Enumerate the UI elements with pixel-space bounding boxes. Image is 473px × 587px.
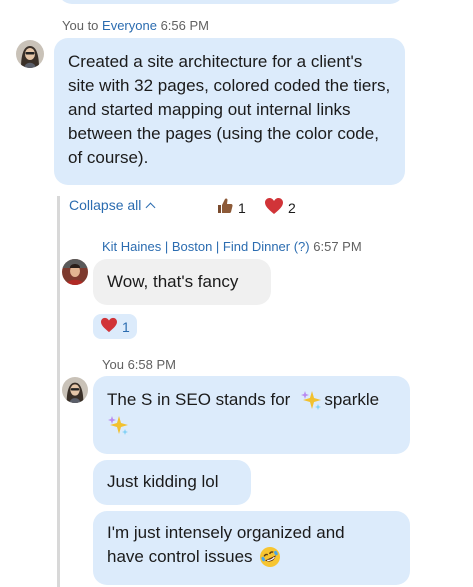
message-bubble[interactable]: The S in SEO stands for sparkle — [93, 376, 410, 454]
timestamp: 6:56 PM — [160, 18, 209, 33]
reply-header: You 6:58 PM — [102, 357, 176, 372]
reply-bubble[interactable]: Wow, that's fancy — [93, 259, 271, 305]
message-text: have control issues — [107, 547, 253, 566]
timestamp: 6:58 PM — [127, 357, 176, 372]
thumbs-up-icon — [216, 197, 234, 218]
sender-name: You — [102, 357, 124, 372]
to-word: to — [87, 18, 99, 33]
avatar[interactable] — [16, 40, 44, 68]
avatar[interactable] — [62, 377, 88, 403]
message-line: have control issues — [107, 545, 396, 569]
collapse-all-button[interactable]: Collapse all — [69, 197, 156, 213]
message-line: The S in SEO stands for sparkle — [107, 388, 396, 412]
reaction-count: 1 — [238, 199, 246, 216]
reaction-thumbs-up[interactable]: 1 — [216, 197, 246, 218]
sender-name: You — [62, 18, 84, 33]
previous-message-bubble — [58, 0, 404, 4]
message-text: The S in SEO stands for — [107, 390, 291, 409]
chevron-up-icon — [145, 202, 156, 212]
heart-icon — [264, 197, 284, 218]
message-text: Just kidding lol — [107, 472, 219, 491]
message-text: sparkle — [324, 390, 380, 409]
message-bubble[interactable]: I'm just intensely organized and have co… — [93, 511, 410, 585]
collapse-all-label: Collapse all — [69, 197, 142, 213]
heart-icon — [100, 317, 118, 336]
timestamp: 6:57 PM — [313, 239, 362, 254]
rofl-emoji-icon — [259, 546, 281, 568]
message-text: Wow, that's fancy — [107, 272, 239, 291]
message-bubble[interactable]: Created a site architecture for a client… — [54, 38, 405, 185]
sparkles-icon — [300, 389, 322, 411]
reaction-heart[interactable]: 2 — [264, 197, 296, 218]
message-text: I'm just intensely organized and — [107, 523, 345, 542]
message-bubble[interactable]: Just kidding lol — [93, 460, 251, 505]
thread-line — [57, 196, 60, 587]
message-header: You to Everyone 6:56 PM — [62, 18, 209, 33]
audience-link[interactable]: Everyone — [102, 18, 157, 33]
reaction-count: 2 — [288, 199, 296, 216]
reaction-count: 1 — [122, 318, 130, 335]
message-text: Created a site architecture for a client… — [68, 52, 391, 167]
sender-name[interactable]: Kit Haines | Boston | Find Dinner (?) — [102, 239, 310, 254]
reaction-heart[interactable]: 1 — [93, 314, 137, 339]
avatar[interactable] — [62, 259, 88, 285]
sparkles-icon — [107, 414, 129, 436]
reply-header: Kit Haines | Boston | Find Dinner (?) 6:… — [102, 239, 362, 254]
